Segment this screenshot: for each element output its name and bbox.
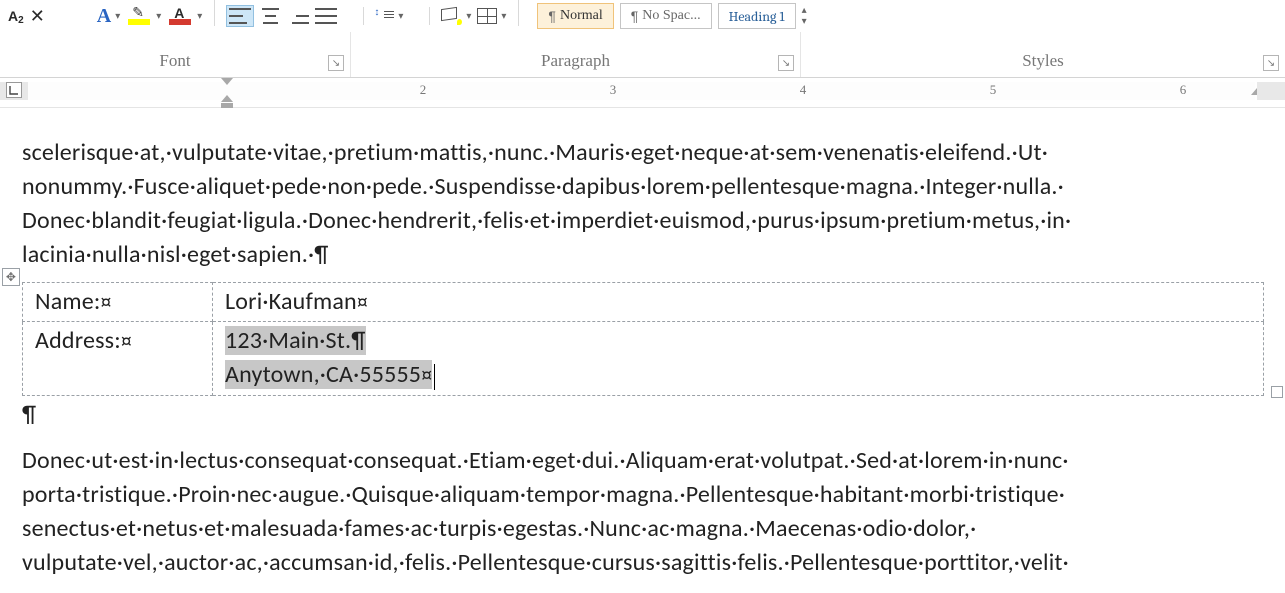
cell-text[interactable]: Lori·Kaufman xyxy=(225,287,357,316)
group-paragraph: Paragraph ↘ xyxy=(350,32,800,77)
font-color-icon[interactable]: A xyxy=(167,6,193,26)
styles-gallery: ¶Normal ¶No Spac... Heading 1 ▴▾ xyxy=(529,0,827,32)
pilcrow-icon xyxy=(22,400,36,429)
font-dialog-launcher[interactable]: ↘ xyxy=(328,55,344,71)
style-normal[interactable]: ¶Normal xyxy=(537,3,613,29)
cell-mark-icon xyxy=(421,360,432,389)
mini-separator xyxy=(363,7,364,25)
table-row[interactable]: Address: 123·Main·St. Anytown,·CA·55555 xyxy=(23,322,1264,395)
group-label-styles: Styles xyxy=(1022,51,1064,77)
ruler-num: 4 xyxy=(800,82,807,98)
ruler-num: 3 xyxy=(610,82,617,98)
body-paragraph[interactable]: Donec·ut·est·in·lectus·consequat·consequ… xyxy=(22,444,1281,580)
pilcrow-icon xyxy=(351,326,365,355)
body-paragraph[interactable]: scelerisque·at,·vulputate·vitae,·pretium… xyxy=(22,136,1281,272)
hanging-indent-icon[interactable] xyxy=(221,95,233,102)
text-run[interactable]: Donec·ut·est·in·lectus·consequat·consequ… xyxy=(22,446,1069,475)
text-run[interactable]: porta·tristique.·Proin·nec·augue.·Quisqu… xyxy=(22,480,1065,509)
clear-formatting-icon[interactable]: ✕ xyxy=(30,6,45,27)
chevron-down-icon[interactable]: ▾ xyxy=(156,11,161,22)
selected-text[interactable]: Anytown,·CA·55555 xyxy=(225,360,421,389)
horizontal-ruler[interactable]: 2 3 4 5 6 xyxy=(0,78,1285,108)
shading-button[interactable] xyxy=(440,7,462,25)
ruler-num: 6 xyxy=(1180,82,1187,98)
chevron-down-icon[interactable]: ▾ xyxy=(115,11,120,22)
ruler-right-margin xyxy=(1257,82,1285,100)
table-container: ✥ Name: Lori·Kaufman Address: 123·Main·S… xyxy=(22,282,1281,395)
styles-more-button[interactable]: ▴▾ xyxy=(802,5,820,27)
styles-dialog-launcher[interactable]: ↘ xyxy=(1263,55,1279,71)
cell-text[interactable]: Address: xyxy=(35,326,121,355)
paragraph-dialog-launcher[interactable]: ↘ xyxy=(778,55,794,71)
ribbon-group-labels: Font ↘ Paragraph ↘ Styles ↘ xyxy=(0,32,1285,78)
text-run[interactable]: lacinia·nulla·nisl·eget·sapien.· xyxy=(22,240,314,269)
align-center-button[interactable] xyxy=(259,8,281,24)
table-move-handle[interactable]: ✥ xyxy=(2,268,20,286)
table-cell[interactable]: Address: xyxy=(23,322,213,395)
text-effects-icon[interactable]: A xyxy=(97,5,111,28)
table-cell[interactable]: Lori·Kaufman xyxy=(213,283,1264,322)
chevron-down-icon[interactable]: ▾ xyxy=(398,11,403,22)
text-run[interactable]: scelerisque·at,·vulputate·vitae,·pretium… xyxy=(22,138,1048,167)
first-line-indent-icon[interactable] xyxy=(221,78,233,85)
table-cell[interactable]: 123·Main·St. Anytown,·CA·55555 xyxy=(213,322,1264,395)
style-no-spacing[interactable]: ¶No Spac... xyxy=(620,3,712,29)
font-controls: A2 ✕ A ▾ ✎ ▾ A ▾ xyxy=(0,0,210,32)
document-page[interactable]: scelerisque·at,·vulputate·vitae,·pretium… xyxy=(22,136,1281,580)
table-resize-handle[interactable] xyxy=(1271,386,1283,398)
indent-markers[interactable] xyxy=(218,78,238,104)
group-font: Font ↘ xyxy=(0,32,350,77)
align-justify-button[interactable] xyxy=(315,8,337,24)
ruler-ticks: 2 3 4 5 6 xyxy=(28,82,1255,100)
mini-separator xyxy=(429,7,430,25)
text-run[interactable]: senectus·et·netus·et·malesuada·fames·ac·… xyxy=(22,514,976,543)
align-right-button[interactable] xyxy=(287,8,309,24)
group-separator xyxy=(214,0,215,26)
word-table[interactable]: Name: Lori·Kaufman Address: 123·Main·St.… xyxy=(22,282,1264,395)
chevron-down-icon[interactable]: ▾ xyxy=(197,11,202,22)
ribbon-controls-partial: A2 ✕ A ▾ ✎ ▾ A ▾ ↕ ▾ ▾ ▾ ¶Normal ¶No Spa… xyxy=(0,0,1285,32)
group-separator xyxy=(518,0,519,26)
text-run[interactable]: Donec·blandit·feugiat·ligula.·Donec·hend… xyxy=(22,206,1071,235)
align-left-button[interactable] xyxy=(227,6,253,26)
group-label-paragraph: Paragraph xyxy=(541,51,610,77)
highlight-color-icon[interactable]: ✎ xyxy=(126,6,152,26)
text-run[interactable]: vulputate·vel,·auctor·ac,·accumsan·id,·f… xyxy=(22,548,1069,577)
empty-paragraph[interactable] xyxy=(22,398,1281,432)
chevron-down-icon[interactable]: ▾ xyxy=(501,11,506,22)
table-cell[interactable]: Name: xyxy=(23,283,213,322)
group-label-font: Font xyxy=(159,51,190,77)
ruler-num: 5 xyxy=(990,82,997,98)
ruler-num: 2 xyxy=(420,82,427,98)
cell-mark-icon xyxy=(101,287,112,316)
borders-button[interactable] xyxy=(477,8,497,24)
cell-text[interactable]: Name: xyxy=(35,287,101,316)
document-canvas[interactable]: scelerisque·at,·vulputate·vitae,·pretium… xyxy=(0,108,1285,593)
subscript-icon[interactable]: A2 xyxy=(8,8,24,24)
tab-selector[interactable] xyxy=(6,82,22,98)
paragraph-controls: ↕ ▾ ▾ ▾ xyxy=(219,0,514,32)
style-heading-1[interactable]: Heading 1 xyxy=(718,3,796,29)
chevron-down-icon[interactable]: ▾ xyxy=(466,11,471,22)
pilcrow-icon xyxy=(314,240,328,269)
text-run[interactable]: nonummy.·Fusce·aliquet·pede·non·pede.·Su… xyxy=(22,172,1064,201)
table-row[interactable]: Name: Lori·Kaufman xyxy=(23,283,1264,322)
cell-mark-icon xyxy=(121,326,132,355)
cell-mark-icon xyxy=(357,287,368,316)
group-styles: Styles ↘ xyxy=(800,32,1285,77)
text-cursor xyxy=(434,364,435,390)
line-spacing-button[interactable]: ↕ xyxy=(374,7,394,25)
selected-text[interactable]: 123·Main·St. xyxy=(225,326,351,355)
